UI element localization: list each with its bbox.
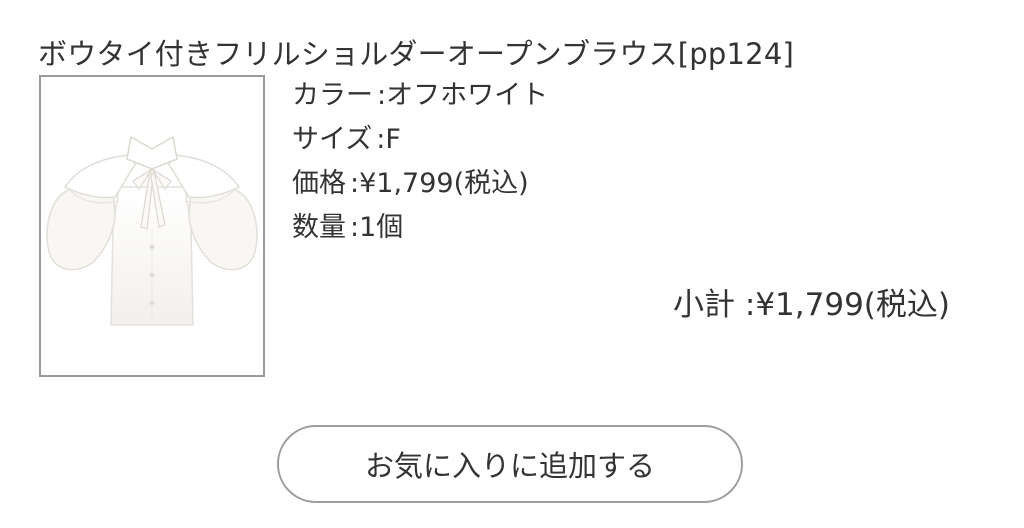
size-row: サイズ:F: [292, 118, 548, 162]
subtotal-separator: :: [735, 287, 756, 323]
blouse-product-image: [46, 135, 258, 326]
add-to-favorites-button[interactable]: お気に入りに追加する: [277, 425, 743, 503]
color-separator: :: [377, 80, 387, 111]
product-details: カラー:オフホワイト サイズ:F 価格:¥1,799(税込) 数量:1個: [292, 74, 548, 250]
price-label: 価格: [292, 168, 346, 199]
subtotal-label: 小計: [673, 287, 736, 323]
quantity-row: 数量:1個: [292, 206, 548, 250]
quantity-value: 1個: [359, 212, 404, 243]
size-label: サイズ: [292, 124, 373, 155]
product-title[interactable]: ボウタイ付きフリルショルダーオープンブラウス[pp124]: [38, 32, 794, 76]
color-row: カラー:オフホワイト: [292, 74, 548, 118]
color-value: オフホワイト: [386, 80, 549, 111]
size-value: F: [385, 124, 401, 155]
price-separator: :: [350, 168, 360, 199]
color-label: カラー: [292, 80, 373, 111]
size-separator: :: [376, 124, 386, 155]
subtotal: 小計 :¥1,799(税込): [673, 282, 950, 328]
price-row: 価格:¥1,799(税込): [292, 162, 548, 206]
product-thumbnail[interactable]: [39, 75, 265, 377]
subtotal-value: ¥1,799(税込): [755, 287, 950, 323]
quantity-separator: :: [350, 212, 360, 243]
cart-item-page: ボウタイ付きフリルショルダーオープンブラウス[pp124] カラー:オフホワイ…: [0, 0, 1024, 528]
price-value: ¥1,799(税込): [359, 168, 529, 199]
quantity-label: 数量: [292, 212, 346, 243]
